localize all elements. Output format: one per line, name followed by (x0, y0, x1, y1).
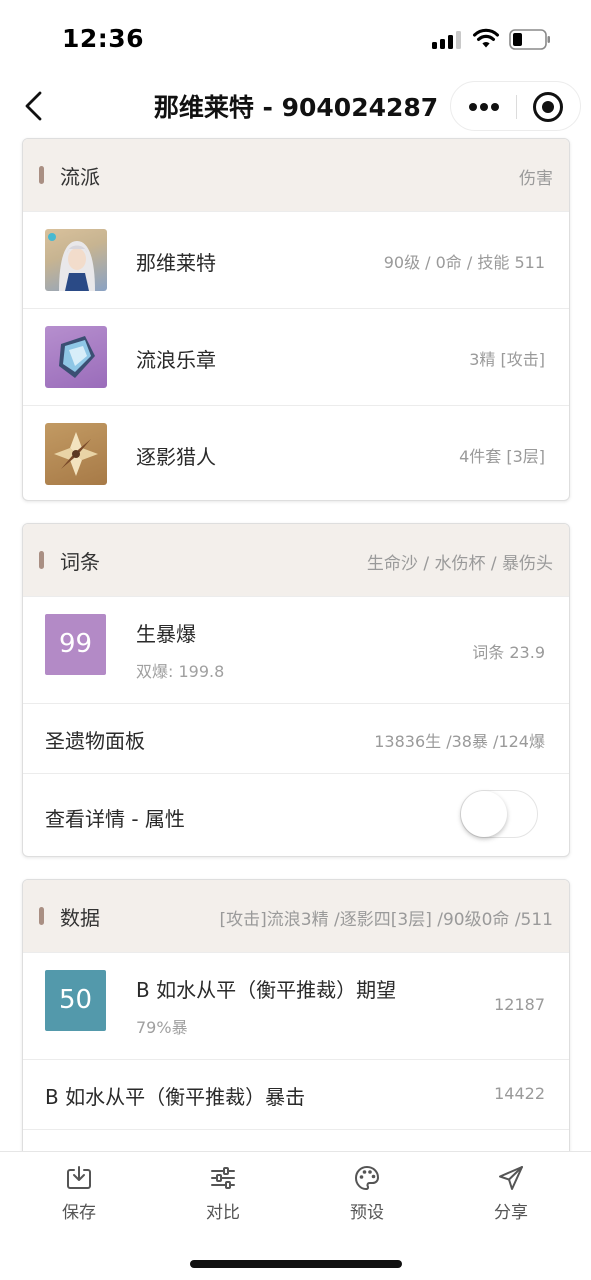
page-title: 那维莱特 - 904024287 (153, 93, 439, 122)
bottom-toolbar: 保存 对比 预设 分享 (0, 1151, 591, 1280)
close-mini-program-icon[interactable] (533, 92, 563, 122)
character-name: 那维莱特 (136, 251, 216, 275)
data-card: 数据 [攻击]流浪3精 /逐影四[3层] /90级0命 /511 50 B 如水… (22, 879, 570, 1169)
send-icon (499, 1166, 523, 1190)
sliders-icon (211, 1167, 235, 1189)
status-time: 12:36 (62, 24, 145, 53)
weapon-row[interactable]: 流浪乐章 3精 [攻击] (23, 308, 569, 405)
card-header: 流派 伤害 (23, 139, 569, 211)
artifact-row[interactable]: 逐影猎人 4件套 [3层] (23, 405, 569, 500)
capsule-divider (516, 95, 517, 119)
damage-crit-row[interactable]: B 如水从平（衡平推裁）暴击 14422 (23, 1059, 569, 1129)
damage-expect-value: 12187 (494, 995, 545, 1014)
card-title: 流派 (60, 165, 100, 189)
more-options-icon[interactable] (463, 92, 505, 122)
character-portrait-icon (45, 229, 107, 291)
preset-button[interactable]: 预设 (327, 1164, 407, 1223)
substat-score-row[interactable]: 99 生暴爆 双爆: 199.8 词条 23.9 (23, 596, 569, 703)
score-badge: 99 (45, 614, 106, 675)
cellular-signal-icon (432, 31, 462, 49)
mini-program-capsule (450, 81, 581, 131)
card-header: 词条 生命沙 / 水伤杯 / 暴伤头 (23, 524, 569, 596)
save-label: 保存 (62, 1203, 96, 1223)
header-marker (39, 166, 44, 184)
card-title: 词条 (60, 550, 100, 574)
crit-rate: 79%暴 (136, 1018, 188, 1037)
toggle-knob (461, 791, 507, 837)
damage-crit-label: B 如水从平（衡平推裁）暴击 (45, 1085, 306, 1109)
damage-expect-row[interactable]: 50 B 如水从平（衡平推裁）期望 79%暴 12187 (23, 952, 569, 1059)
weapon-catalyst-icon (45, 326, 107, 388)
artifact-panel-value: 13836生 /38暴 /124爆 (374, 732, 545, 751)
card-title: 数据 (60, 906, 100, 930)
detail-toggle-label: 查看详情 - 属性 (45, 807, 185, 831)
weapon-stats: 3精 [攻击] (469, 350, 545, 369)
score-badge: 50 (45, 970, 106, 1031)
header-marker (39, 551, 44, 569)
school-card: 流派 伤害 那维莱特 90级 / 0命 / 技能 511 流浪乐章 3精 [攻击… (22, 138, 570, 501)
share-button[interactable]: 分享 (471, 1164, 551, 1223)
status-bar: 12:36 (0, 0, 591, 78)
damage-expect-label: B 如水从平（衡平推裁）期望 (136, 978, 397, 1002)
substat-card: 词条 生命沙 / 水伤杯 / 暴伤头 99 生暴爆 双爆: 199.8 词条 2… (22, 523, 570, 857)
save-button[interactable]: 保存 (39, 1164, 119, 1223)
damage-crit-value: 14422 (494, 1084, 545, 1103)
card-header: 数据 [攻击]流浪3精 /逐影四[3层] /90级0命 /511 (23, 880, 569, 952)
artifact-set-stats: 4件套 [3层] (459, 447, 545, 466)
artifact-flower-icon (45, 423, 107, 485)
character-row[interactable]: 那维莱特 90级 / 0命 / 技能 511 (23, 211, 569, 308)
share-label: 分享 (494, 1203, 528, 1223)
substat-count: 词条 23.9 (472, 643, 545, 662)
back-arrow-icon[interactable] (20, 86, 50, 126)
compare-button[interactable]: 对比 (183, 1164, 263, 1223)
card-header-value: 伤害 (519, 169, 553, 189)
artifact-panel-label: 圣遗物面板 (45, 729, 145, 753)
download-icon (67, 1166, 91, 1189)
card-header-value: [攻击]流浪3精 /逐影四[3层] /90级0命 /511 (219, 910, 553, 930)
artifact-set-name: 逐影猎人 (136, 445, 216, 469)
compare-label: 对比 (206, 1203, 240, 1223)
card-header-value: 生命沙 / 水伤杯 / 暴伤头 (366, 554, 553, 574)
wifi-icon (473, 28, 499, 48)
character-stats: 90级 / 0命 / 技能 511 (383, 253, 545, 272)
weapon-name: 流浪乐章 (136, 348, 216, 372)
palette-icon (355, 1166, 379, 1190)
battery-icon (509, 29, 550, 50)
preset-label: 预设 (350, 1203, 384, 1223)
substat-type: 生暴爆 (136, 622, 196, 646)
detail-toggle-switch[interactable] (460, 790, 538, 838)
navigation-bar: 那维莱特 - 904024287 (0, 78, 591, 134)
header-marker (39, 907, 44, 925)
detail-toggle-row: 查看详情 - 属性 (23, 773, 569, 856)
crit-total: 双爆: 199.8 (136, 662, 225, 681)
artifact-panel-row[interactable]: 圣遗物面板 13836生 /38暴 /124爆 (23, 703, 569, 773)
home-indicator (190, 1260, 402, 1268)
